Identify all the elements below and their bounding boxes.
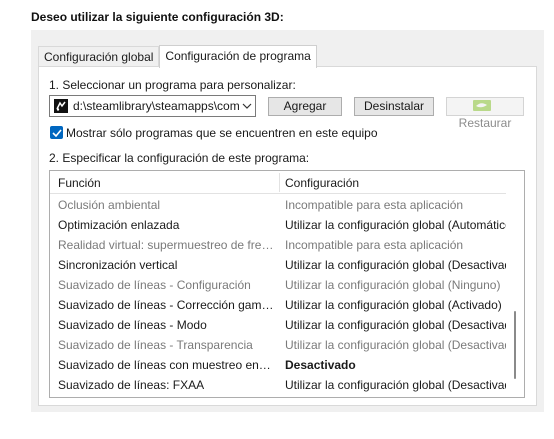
list-item[interactable]: Suavizado de líneas - Modo Utilizar la co… bbox=[50, 315, 522, 335]
function-cell: Suavizado de líneas con muestreo en múlt… bbox=[58, 358, 274, 372]
setting-cell: Utilizar la configuración global (Desact… bbox=[285, 258, 522, 272]
tab-strip: Configuración global Configuración de pr… bbox=[38, 45, 317, 68]
setting-cell: Desactivado bbox=[285, 358, 356, 372]
function-cell: Suavizado de líneas - Configuración bbox=[58, 278, 251, 292]
vertical-scrollbar[interactable] bbox=[506, 171, 524, 397]
list-item[interactable]: Suavizado de líneas con muestreo en múlt… bbox=[50, 355, 506, 375]
tab-global-settings[interactable]: Configuración global bbox=[38, 46, 160, 67]
column-header-setting[interactable]: Configuración bbox=[285, 176, 359, 190]
setting-cell: Utilizar la configuración global (Desact… bbox=[285, 318, 522, 332]
function-cell: Suavizado de líneas - Modo bbox=[58, 318, 207, 332]
list-item[interactable]: Suavizado de líneas - Transparencia Utili… bbox=[50, 335, 522, 355]
program-select-value: d:\steamlibrary\steamapps\com... bbox=[73, 99, 239, 113]
feature-settings-list[interactable]: Función Configuración Oclusión ambiental… bbox=[49, 170, 525, 398]
setting-cell: Utilizar la configuración global (Desact… bbox=[285, 338, 522, 352]
function-cell: Sincronización vertical bbox=[58, 258, 178, 272]
restore-button[interactable]: Restaurar bbox=[446, 97, 524, 130]
tab-program-settings[interactable]: Configuración de programa bbox=[159, 45, 317, 68]
uninstall-button[interactable]: Desinstalar bbox=[354, 97, 434, 116]
function-cell: Suavizado de líneas - Transparencia bbox=[58, 338, 253, 352]
list-item[interactable]: Realidad virtual: supermuestreo de frecu… bbox=[50, 235, 506, 255]
list-item[interactable]: Optimización enlazada Utilizar la configu… bbox=[50, 215, 516, 235]
setting-cell: Incompatible para esta aplicación bbox=[285, 198, 464, 212]
nvidia-icon bbox=[473, 99, 491, 111]
checkmark-icon bbox=[51, 128, 62, 137]
column-header-function[interactable]: Función bbox=[58, 176, 101, 190]
specify-settings-label: 2. Especificar la configuración de este … bbox=[49, 151, 310, 165]
list-item[interactable]: Suavizado de líneas - Corrección gamma Ut… bbox=[50, 295, 506, 315]
add-button[interactable]: Agregar bbox=[268, 97, 342, 116]
app-icon bbox=[54, 99, 68, 113]
list-rows: Oclusión ambiental Incompatible para esta… bbox=[50, 195, 522, 395]
list-item[interactable]: Sincronización vertical Utilizar la confi… bbox=[50, 255, 522, 275]
setting-cell: Utilizar la configuración global (Automá… bbox=[285, 218, 516, 232]
function-cell: Realidad virtual: supermuestreo de frecu… bbox=[58, 238, 274, 252]
setting-cell: Incompatible para esta aplicación bbox=[285, 238, 464, 252]
function-cell: Suavizado de líneas: FXAA bbox=[58, 378, 205, 392]
column-divider bbox=[279, 173, 280, 192]
show-only-local-checkbox[interactable] bbox=[50, 126, 63, 139]
setting-cell: Utilizar la configuración global (Desact… bbox=[285, 378, 522, 392]
list-header: Función Configuración bbox=[50, 171, 506, 194]
page-heading: Deseo utilizar la siguiente configuració… bbox=[31, 10, 284, 24]
function-cell: Suavizado de líneas - Corrección gamma bbox=[58, 298, 274, 312]
select-program-label: 1. Seleccionar un programa para personal… bbox=[49, 78, 296, 92]
setting-cell: Utilizar la configuración global (Ningun… bbox=[285, 278, 501, 292]
setting-cell: Utilizar la configuración global (Activa… bbox=[285, 298, 502, 312]
chevron-down-icon[interactable] bbox=[239, 101, 255, 112]
restore-button-label: Restaurar bbox=[458, 116, 512, 130]
list-item[interactable]: Oclusión ambiental Incompatible para esta… bbox=[50, 195, 506, 215]
program-select[interactable]: d:\steamlibrary\steamapps\com... bbox=[49, 95, 256, 117]
list-item[interactable]: Suavizado de líneas: FXAA Utilizar la con… bbox=[50, 375, 522, 395]
function-cell: Optimización enlazada bbox=[58, 218, 180, 232]
show-only-local-label[interactable]: Mostrar sólo programas que se encuentren… bbox=[66, 126, 378, 140]
function-cell: Oclusión ambiental bbox=[58, 198, 161, 212]
scrollbar-thumb[interactable] bbox=[514, 311, 516, 379]
list-item[interactable]: Suavizado de líneas - Configuración Utili… bbox=[50, 275, 506, 295]
